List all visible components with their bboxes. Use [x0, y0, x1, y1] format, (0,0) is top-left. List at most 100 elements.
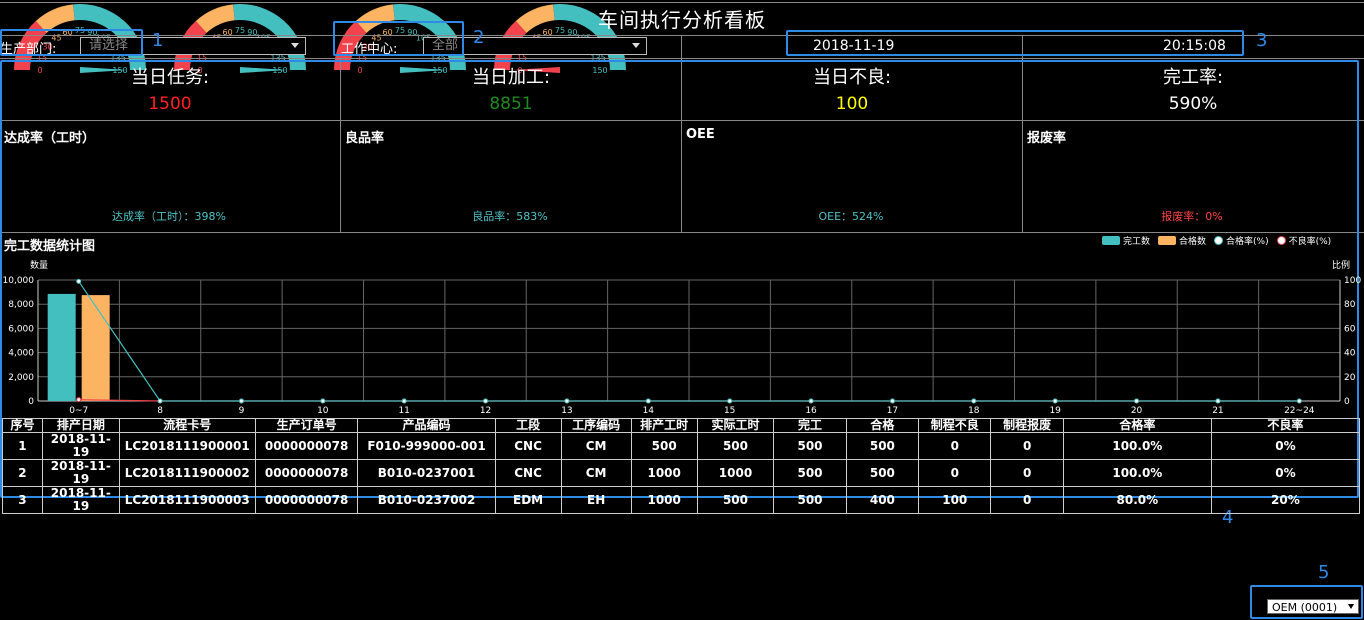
y-tick-right: 60 [1344, 324, 1356, 334]
passrate-point [238, 398, 244, 404]
passrate-point [727, 398, 733, 404]
annotation-number-5: 5 [1318, 562, 1330, 583]
table-cell: CM [560, 459, 632, 487]
table-cell: 0000000078 [254, 486, 359, 514]
annotation-number-1: 1 [152, 30, 164, 51]
x-tick-label: 19 [1049, 406, 1061, 416]
table-cell: 0000000078 [254, 459, 359, 487]
x-tick-label: 21 [1212, 406, 1223, 416]
y-tick-left: 2,000 [8, 373, 34, 383]
x-tick-label: 11 [398, 406, 409, 416]
passrate-point [76, 278, 82, 284]
table-row[interactable]: 3 2018-11-19 LC2018111900003 0000000078 B010… [2, 486, 1361, 514]
table-cell: 0% [1210, 459, 1361, 487]
x-tick-label: 10 [317, 406, 329, 416]
table-cell: 0000000078 [254, 432, 359, 460]
legend-marker-passrate [1214, 236, 1224, 245]
table-cell: 2 [2, 459, 43, 487]
x-tick-label: 17 [887, 406, 898, 416]
table-cell: LC2018111900002 [118, 459, 256, 487]
passrate-point [157, 398, 163, 404]
table-header-cell: 合格率 [1062, 418, 1212, 433]
table-cell: CM [560, 432, 632, 460]
table-cell: 2018-11-19 [41, 459, 120, 487]
y-tick-right: 0 [1344, 397, 1350, 407]
gauge-caption-scrap: 报废率：0% [1161, 210, 1223, 223]
y-tick-right: 100 [1344, 276, 1361, 286]
table-cell: 100.0% [1062, 432, 1212, 460]
passrate-point [320, 398, 326, 404]
passrate-point [971, 398, 977, 404]
caret-down-icon [1348, 604, 1354, 609]
passrate-point [564, 398, 570, 404]
table-cell: 0 [918, 459, 992, 487]
legend-swatch-good [1158, 236, 1177, 245]
table-cell: 500 [696, 486, 775, 514]
table-header-cell: 生产订单号 [254, 418, 359, 433]
legend-swatch-done [1102, 236, 1120, 245]
table-cell: LC2018111900003 [118, 486, 256, 514]
passrate-point [1296, 398, 1302, 404]
table-header-cell: 排产日期 [41, 418, 120, 433]
table-header-cell: 制程不良 [918, 418, 992, 433]
table-cell: 3 [2, 486, 43, 514]
table-row[interactable]: 2 2018-11-19 LC2018111900002 0000000078 B010… [2, 459, 1361, 487]
passrate-point [401, 398, 407, 404]
table-cell: 500 [630, 432, 698, 460]
kpi-label-task: 当日任务: [130, 67, 210, 88]
table-header-cell: 实际工时 [696, 418, 775, 433]
x-tick-label: 13 [561, 406, 572, 416]
chevron-down-icon [291, 43, 299, 48]
chart-title: 完工数据统计图 [4, 239, 96, 254]
y-tick-right: 20 [1344, 373, 1356, 383]
table-cell: 100.0% [1062, 459, 1212, 487]
x-tick-label: 0~7 [69, 406, 88, 416]
passrate-point [1215, 398, 1221, 404]
divider [681, 35, 682, 58]
table-cell: 2018-11-19 [41, 432, 120, 460]
legend-label-passrate: 合格率(%) [1226, 237, 1269, 247]
table-cell: 1000 [630, 459, 698, 487]
table-cell: 500 [773, 486, 847, 514]
table-header-cell: 工序编码 [560, 418, 632, 433]
table-cell: 80.0% [1062, 486, 1212, 514]
kpi-value-defect: 100 [835, 94, 869, 114]
bar-done [47, 293, 76, 401]
x-tick-label: 8 [157, 406, 163, 416]
oem-select[interactable]: OEM (0001) [1267, 599, 1359, 614]
gauge-caption-yield: 良品率：583% [472, 210, 548, 223]
kpi-label-completion: 完工率: [1162, 67, 1224, 88]
table-header-cell: 流程卡号 [118, 418, 256, 433]
badrate-point [76, 397, 82, 403]
passrate-point [889, 398, 895, 404]
y-tick-left: 10,000 [3, 276, 35, 286]
gauge-caption-achievement: 达成率（工时）：398% [112, 210, 226, 223]
table-cell: CNC [494, 459, 562, 487]
bar-good [81, 295, 110, 401]
table-cell: 500 [696, 432, 775, 460]
table-cell: 500 [845, 432, 920, 460]
kpi-label-defect: 当日不良: [812, 67, 892, 88]
table-row[interactable]: 1 2018-11-19 LC2018111900001 0000000078 F010… [2, 432, 1361, 460]
x-tick-label: 20 [1131, 406, 1143, 416]
passrate-point [645, 398, 651, 404]
table-cell: 500 [773, 432, 847, 460]
table-header-row: 序号 排产日期 流程卡号 生产订单号 产品编码 工段 工序编码 排产工时 实际工时 完工 合格 制程不… [2, 418, 1361, 433]
table-header-cell: 合格 [845, 418, 920, 433]
gauge-title-scrap: 报废率 [1027, 131, 1067, 146]
table-cell: 500 [845, 459, 920, 487]
gauge-title-achievement: 达成率（工时） [4, 131, 96, 146]
x-tick-label: 22~24 [1284, 406, 1315, 416]
table-header-cell: 序号 [2, 418, 43, 433]
y-tick-right: 40 [1344, 349, 1356, 359]
kpi-value-processed: 8851 [489, 94, 533, 114]
table-cell: 20% [1210, 486, 1361, 514]
chart-legend: 完工数 合格数 合格率(%) 不良率(%) [1102, 234, 1331, 247]
y-tick-left: 8,000 [8, 300, 34, 310]
table-cell: 2018-11-19 [41, 486, 120, 514]
chevron-down-icon [632, 43, 640, 48]
divider [0, 58, 1364, 59]
table-header-cell: 完工 [773, 418, 847, 433]
table-cell: 500 [773, 459, 847, 487]
annotation-number-2: 2 [473, 27, 485, 48]
